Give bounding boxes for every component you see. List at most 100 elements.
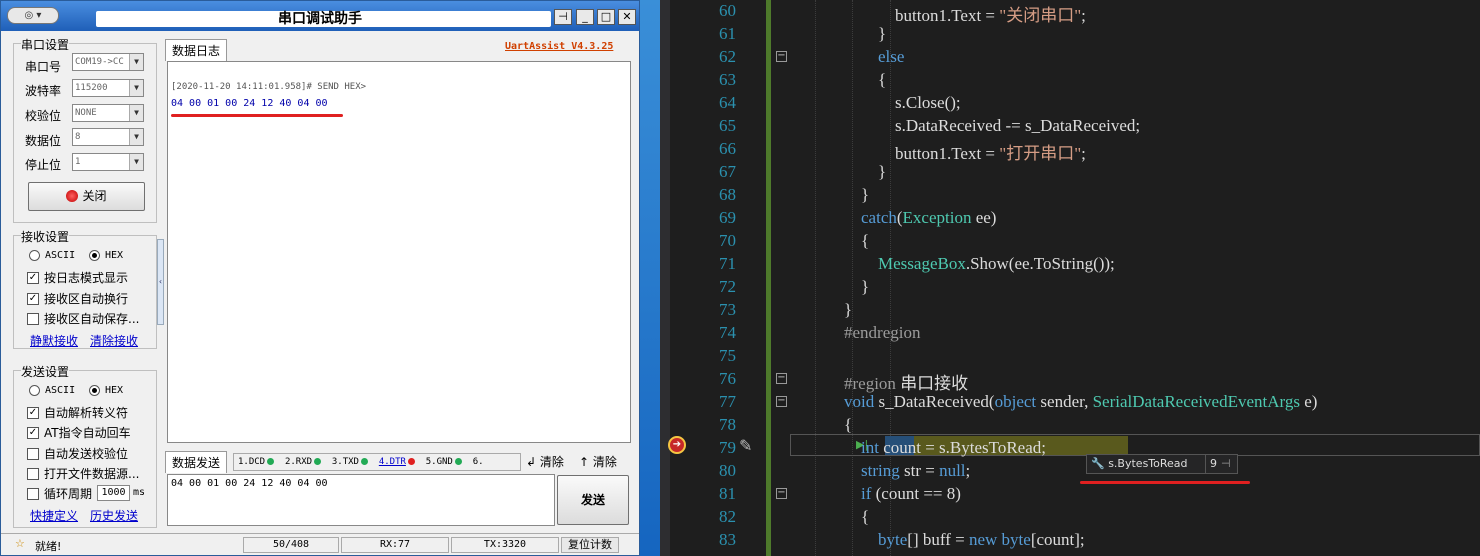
pin-rxd-led-icon <box>314 458 322 465</box>
checkbox-empty-icon <box>27 467 39 480</box>
minimize-button[interactable]: _ <box>576 9 594 25</box>
code-line: { <box>810 415 853 434</box>
send-ascii-radio[interactable]: ASCII <box>29 385 75 396</box>
send-settings-label: 发送设置 <box>21 363 70 380</box>
send-at-cr-checkbox[interactable]: ✓ AT指令自动回车 <box>27 424 131 441</box>
send-escape-checkbox[interactable]: ✓ 自动解析转义符 <box>27 404 128 421</box>
chevron-down-icon: ▼ <box>129 154 143 170</box>
send-loop-checkbox[interactable]: 循环周期 <box>27 485 92 502</box>
code-line: { <box>810 231 870 250</box>
code-editor[interactable] <box>660 0 1480 556</box>
status-icon: ☆ <box>15 537 25 550</box>
red-led-icon <box>66 190 79 202</box>
fold-toggle-icon[interactable]: − <box>776 373 787 384</box>
code-line: else <box>878 47 905 66</box>
parity-select[interactable]: NONE ▼ <box>72 104 144 122</box>
radio-on-icon <box>89 250 100 261</box>
line-number: 73 <box>719 300 736 319</box>
code-line: #endregion <box>844 323 921 342</box>
line-number: 74 <box>719 323 736 342</box>
pin-dtr-led-icon <box>407 458 415 465</box>
code-line: if (count == 8) <box>861 484 961 503</box>
editor-left-margin <box>660 0 670 556</box>
close-port-button[interactable]: 关闭 <box>28 182 145 211</box>
clear-recv-link[interactable]: 清除接收 <box>90 332 138 349</box>
receive-log-area[interactable]: [2020-11-20 14:11:01.958]# SEND HEX> 04 … <box>167 61 631 443</box>
line-number: 71 <box>719 254 736 273</box>
pin-gnd: 5.GND <box>425 457 453 467</box>
tx-count: TX:3320 <box>451 537 559 553</box>
fold-toggle-icon[interactable]: − <box>776 396 787 407</box>
code-line: int count = s.BytesToRead; <box>861 438 1046 457</box>
clear-history-button[interactable]: ↑ 清除 <box>579 453 617 470</box>
silent-recv-link[interactable]: 静默接收 <box>30 332 78 349</box>
recv-opt1-label: 按日志模式显示 <box>44 271 129 285</box>
code-line: } <box>810 24 887 43</box>
code-line: { <box>810 70 887 89</box>
quick-define-link[interactable]: 快捷定义 <box>30 507 78 524</box>
clear-send-button[interactable]: ↲ 清除 <box>526 453 564 470</box>
loop-period-input[interactable]: 1000 <box>97 485 130 501</box>
up-arrow-icon: ↑ <box>579 455 590 469</box>
clear-history-label: 清除 <box>592 455 617 469</box>
tab-data-log[interactable]: 数据日志 <box>165 39 228 61</box>
recv-hex-radio[interactable]: HEX <box>89 250 123 261</box>
stopbits-label: 停止位 <box>25 158 62 172</box>
log-timestamp: [2020-11-20 14:11:01.958]# SEND HEX> <box>171 82 367 92</box>
debug-datatip[interactable]: 🔧 s.BytesToRead 9 ⊣ <box>1086 454 1238 474</box>
loop-unit-label: ms <box>133 487 146 498</box>
pin-txd-led-icon <box>360 458 368 465</box>
code-line: button1.Text = "打开串口"; <box>810 144 1086 163</box>
pin-6: 6. <box>472 457 484 467</box>
databits-select[interactable]: 8 ▼ <box>72 128 144 146</box>
recv-ascii-label: ASCII <box>45 250 76 261</box>
serial-settings-label: 串口设置 <box>21 36 70 53</box>
line-number: 62 <box>719 47 736 66</box>
code-line: string str = null; <box>861 461 971 480</box>
baud-select[interactable]: 115200 ▼ <box>72 79 144 97</box>
fold-toggle-icon[interactable]: − <box>776 51 787 62</box>
recv-ascii-radio[interactable]: ASCII <box>29 250 75 261</box>
send-file-checkbox[interactable]: 打开文件数据源... <box>27 465 139 482</box>
wrench-icon: 🔧 <box>1091 457 1105 470</box>
pin-rxd: 2.RXD <box>284 457 313 467</box>
pin-button[interactable]: ⊣ <box>554 9 572 25</box>
maximize-button[interactable]: □ <box>597 9 615 25</box>
parity-label: 校验位 <box>25 109 62 123</box>
send-hex-radio[interactable]: HEX <box>89 385 123 396</box>
send-opt3-label: 自动发送校验位 <box>44 447 129 461</box>
send-checksum-checkbox[interactable]: 自动发送校验位 <box>27 445 128 462</box>
tab-data-send[interactable]: 数据发送 <box>165 451 228 473</box>
send-button[interactable]: 发送 <box>557 475 629 525</box>
pin-dtr[interactable]: 4.DTR <box>379 457 406 467</box>
parity-value: NONE <box>75 108 97 118</box>
recv-wrap-checkbox[interactable]: ✓ 接收区自动换行 <box>27 290 128 307</box>
close-button[interactable]: ✕ <box>618 9 636 25</box>
chevron-down-icon: ▼ <box>129 105 143 121</box>
port-select[interactable]: COM19->CC ▼ <box>72 53 144 71</box>
panel-collapse-handle[interactable]: ‹ <box>157 239 164 325</box>
history-send-link[interactable]: 历史发送 <box>90 507 138 524</box>
reset-count-button[interactable]: 复位计数 <box>561 537 619 553</box>
line-number: 64 <box>719 93 736 112</box>
checkbox-empty-icon <box>27 447 39 460</box>
title-bar[interactable]: ◎ ▾ 串口调试助手 ⊣ _ □ ✕ <box>1 1 639 31</box>
code-line: s.DataReceived -= s_DataReceived; <box>810 116 1141 135</box>
line-number: 69 <box>719 208 736 227</box>
log-hex-data: 04 00 01 00 24 12 40 04 00 <box>171 98 328 109</box>
stopbits-value: 1 <box>75 157 81 167</box>
send-input[interactable]: 04 00 01 00 24 12 40 04 00 <box>167 474 555 526</box>
recv-log-mode-checkbox[interactable]: ✓ 按日志模式显示 <box>27 269 128 286</box>
fold-toggle-icon[interactable]: − <box>776 488 787 499</box>
checkbox-empty-icon <box>27 487 39 500</box>
recv-opt3-label: 接收区自动保存... <box>44 312 140 326</box>
databits-value: 8 <box>75 132 81 142</box>
breakpoint-arrow-icon[interactable]: ➔ <box>668 436 686 454</box>
recv-autosave-checkbox[interactable]: 接收区自动保存... <box>27 310 139 327</box>
send-ascii-label: ASCII <box>45 385 76 396</box>
baud-label: 波特率 <box>25 84 62 98</box>
pin-icon[interactable]: ⊣ <box>1221 455 1231 473</box>
checkbox-empty-icon <box>27 312 39 325</box>
stopbits-select[interactable]: 1 ▼ <box>72 153 144 171</box>
chevron-down-icon: ▼ <box>129 129 143 145</box>
